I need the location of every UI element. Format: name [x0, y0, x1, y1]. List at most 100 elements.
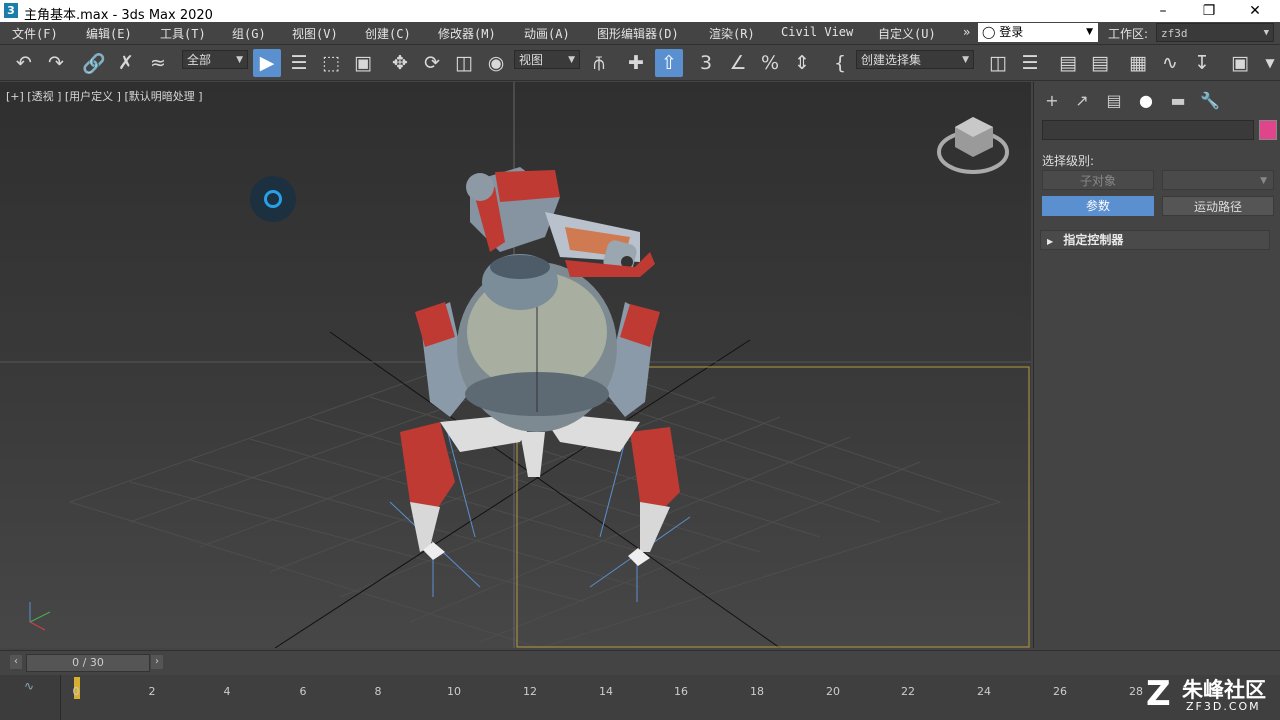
pivot-center-icon[interactable]: ⫚	[585, 49, 613, 77]
track-bar[interactable]: ∿ 0 2 4 6 8 10 12 14 16 18 20 22 24 26 2…	[0, 675, 1280, 720]
selection-level-label: 选择级别:	[1042, 154, 1095, 168]
object-name-field[interactable]	[1042, 120, 1254, 140]
edit-named-selection-icon[interactable]: {	[826, 49, 854, 77]
menu-group[interactable]: 组(G)	[232, 25, 266, 42]
unlink-icon[interactable]: ✗	[112, 49, 140, 77]
tick-label: 14	[599, 685, 613, 698]
render-setup-icon[interactable]: ▣	[1226, 49, 1254, 77]
percent-snap-icon[interactable]: %	[756, 49, 784, 77]
bind-space-warp-icon[interactable]: ≈	[144, 49, 172, 77]
tick-label: 0	[72, 685, 80, 698]
main-toolbar: ↶ ↷ 🔗 ✗ ≈ 全部 ▼ ▶ ☰ ⬚ ▣ ✥ ⟳ ◫ ◉ 视图 ▼ ⫚ ✚ …	[0, 45, 1280, 81]
scale-icon[interactable]: ◫	[450, 49, 478, 77]
object-color-swatch[interactable]	[1259, 120, 1277, 140]
sub-object-dropdown[interactable]: ▼	[1162, 170, 1274, 190]
maximize-button[interactable]: ❐	[1186, 0, 1232, 22]
move-icon[interactable]: ✥	[386, 49, 414, 77]
curve-editor-icon[interactable]: ∿	[1156, 49, 1184, 77]
rollout-title: 指定控制器	[1063, 233, 1124, 247]
modify-tab-icon[interactable]: ↗	[1068, 90, 1096, 112]
time-slider[interactable]: 0 / 30	[26, 654, 150, 672]
placement-icon[interactable]: ◉	[482, 49, 510, 77]
menu-civil-view[interactable]: Civil View	[781, 25, 853, 39]
menu-tools[interactable]: 工具(T)	[160, 25, 206, 42]
tick-label: 18	[750, 685, 764, 698]
user-icon: ◯	[982, 25, 996, 39]
dope-sheet-icon[interactable]: ↧	[1188, 49, 1216, 77]
motion-path-button[interactable]: 运动路径	[1162, 196, 1274, 216]
layer-explorer-icon[interactable]: ▤	[1086, 49, 1114, 77]
select-manipulate-icon[interactable]: ✚	[622, 49, 650, 77]
rollout-arrow-icon: ▶	[1047, 237, 1054, 246]
utilities-tab-icon[interactable]: 🔧	[1196, 90, 1224, 112]
selection-filter-dropdown[interactable]: 全部 ▼	[182, 50, 248, 69]
ribbon-toggle-icon[interactable]: ▦	[1124, 49, 1152, 77]
chevron-down-icon: ▼	[236, 55, 243, 65]
link-icon[interactable]: 🔗	[80, 49, 108, 77]
angle-snap-icon[interactable]: ∠	[724, 49, 752, 77]
sub-object-button[interactable]: 子对象	[1042, 170, 1154, 190]
prev-frame-icon[interactable]: ‹	[10, 655, 22, 669]
reference-coord-dropdown[interactable]: 视图 ▼	[514, 50, 580, 69]
menu-create[interactable]: 创建(C)	[365, 25, 411, 42]
parameters-button[interactable]: 参数	[1042, 196, 1154, 216]
cursor-ring-inner	[264, 190, 282, 208]
3dsmax-app-icon: 3	[4, 3, 18, 18]
zf3d-watermark: Z 朱峰社区 ZF3D.COM	[1146, 672, 1276, 718]
rotate-icon[interactable]: ⟳	[418, 49, 446, 77]
scene-explorer-icon[interactable]: ▤	[1054, 49, 1082, 77]
selection-filter-value: 全部	[187, 53, 212, 67]
tick-label: 26	[1053, 685, 1067, 698]
title-bar: 3 主角基本.max - 3ds Max 2020 – ❐ ✕	[0, 0, 1280, 23]
menu-graph-editors[interactable]: 图形编辑器(D)	[597, 25, 679, 42]
tick-label: 2	[148, 685, 156, 698]
tick-label: 24	[977, 685, 991, 698]
workspace-dropdown[interactable]: zf3d ▼	[1156, 23, 1274, 42]
chevron-down-icon: ▼	[1263, 28, 1269, 38]
perspective-viewport[interactable]: [+] [透视 ] [用户定义 ] [默认明暗处理 ]	[0, 82, 1031, 648]
menu-edit[interactable]: 编辑(E)	[86, 25, 132, 42]
named-selection-set-value: 创建选择集	[861, 53, 922, 67]
toolbar-overflow-icon[interactable]: ▼	[1256, 49, 1280, 77]
watermark-url: ZF3D.COM	[1186, 700, 1261, 713]
window-crossing-icon[interactable]: ▣	[349, 49, 377, 77]
align-icon[interactable]: ☰	[1016, 49, 1044, 77]
menu-animation[interactable]: 动画(A)	[524, 25, 570, 42]
tick-label: 16	[674, 685, 688, 698]
zf3d-logo-icon: Z	[1146, 674, 1171, 714]
curve-editor-mini-icon[interactable]: ∿	[24, 679, 34, 693]
menu-modifiers[interactable]: 修改器(M)	[438, 25, 496, 42]
track-ruler[interactable]	[60, 675, 1280, 720]
command-panel: + ↗ ▤ ● ▬ 🔧 选择级别: 子对象 ▼ 参数 运动路径 ▶ 指定控制器	[1033, 82, 1280, 648]
menu-views[interactable]: 视图(V)	[292, 25, 338, 42]
close-button[interactable]: ✕	[1232, 0, 1278, 22]
tick-label: 28	[1129, 685, 1143, 698]
snaps-toggle-icon[interactable]: 3	[692, 49, 720, 77]
rect-selection-icon[interactable]: ⬚	[317, 49, 345, 77]
menu-rendering[interactable]: 渲染(R)	[709, 25, 755, 42]
motion-tab-icon[interactable]: ●	[1132, 90, 1160, 112]
display-tab-icon[interactable]: ▬	[1164, 90, 1192, 112]
mirror-icon[interactable]: ◫	[984, 49, 1012, 77]
tick-label: 20	[826, 685, 840, 698]
window-title: 主角基本.max - 3ds Max 2020	[24, 8, 213, 23]
chevron-down-icon: ▼	[962, 55, 969, 65]
menu-file[interactable]: 文件(F)	[12, 25, 58, 42]
menu-overflow-icon[interactable]: »	[963, 25, 970, 39]
assign-controller-rollout[interactable]: ▶ 指定控制器	[1040, 230, 1270, 250]
redo-icon[interactable]: ↷	[42, 49, 70, 77]
menu-customize[interactable]: 自定义(U)	[878, 25, 936, 42]
select-object-icon[interactable]: ▶	[253, 49, 281, 77]
frame-display: 0 / 30	[72, 656, 104, 669]
named-selection-set-dropdown[interactable]: 创建选择集 ▼	[856, 50, 974, 69]
next-frame-icon[interactable]: ›	[151, 655, 163, 669]
login-box[interactable]: ◯ 登录 ▼	[978, 23, 1098, 42]
select-by-name-icon[interactable]: ☰	[285, 49, 313, 77]
hierarchy-tab-icon[interactable]: ▤	[1100, 90, 1128, 112]
keyboard-shortcut-override-icon[interactable]: ⇧	[655, 49, 683, 77]
create-tab-icon[interactable]: +	[1038, 90, 1066, 112]
minimize-button[interactable]: –	[1140, 0, 1186, 22]
cursor-ring-icon	[250, 176, 296, 222]
spinner-snap-icon[interactable]: ⇕	[788, 49, 816, 77]
undo-icon[interactable]: ↶	[10, 49, 38, 77]
